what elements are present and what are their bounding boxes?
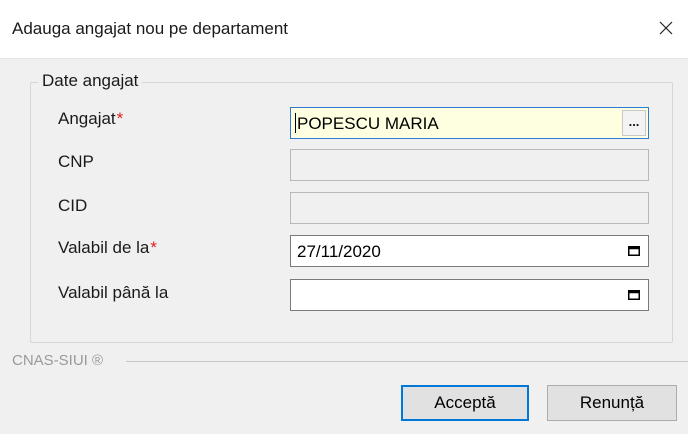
angajat-field[interactable]: POPESCU MARIA ... [290,107,649,139]
angajat-value: POPESCU MARIA [297,114,439,133]
angajat-label: Angajat* [58,109,123,129]
cid-field [290,192,649,224]
valid-from-label-text: Valabil de la [58,238,150,257]
required-marker: * [150,238,157,257]
angajat-label-text: Angajat [58,109,116,128]
valid-from-date-field[interactable]: 27/11/2020 [290,235,649,267]
required-marker: * [116,109,124,128]
title-bar: Adauga angajat nou pe departament [0,0,688,59]
window-title: Adauga angajat nou pe departament [12,19,289,38]
valid-from-label: Valabil de la* [58,238,157,258]
close-icon [659,21,673,35]
cnp-field [290,149,649,181]
valid-until-date-field[interactable] [290,279,649,311]
cancel-button[interactable]: Renunță [547,385,677,421]
group-legend: Date angajat [38,71,143,91]
cnp-label: CNP [58,152,94,171]
cid-label: CID [58,196,88,215]
valid-from-value: 27/11/2020 [297,242,381,261]
accept-button[interactable]: Acceptă [401,385,529,421]
valid-until-label: Valabil până la [58,283,169,302]
calendar-icon[interactable] [628,290,640,300]
brand-label: CNAS-SIUI ® [12,352,104,369]
close-button[interactable] [648,10,684,46]
footer-divider [126,361,688,362]
calendar-icon[interactable] [628,246,640,256]
browse-button[interactable]: ... [622,110,646,136]
text-caret [295,113,296,133]
dialog-window: Adauga angajat nou pe departament Date a… [0,0,688,434]
